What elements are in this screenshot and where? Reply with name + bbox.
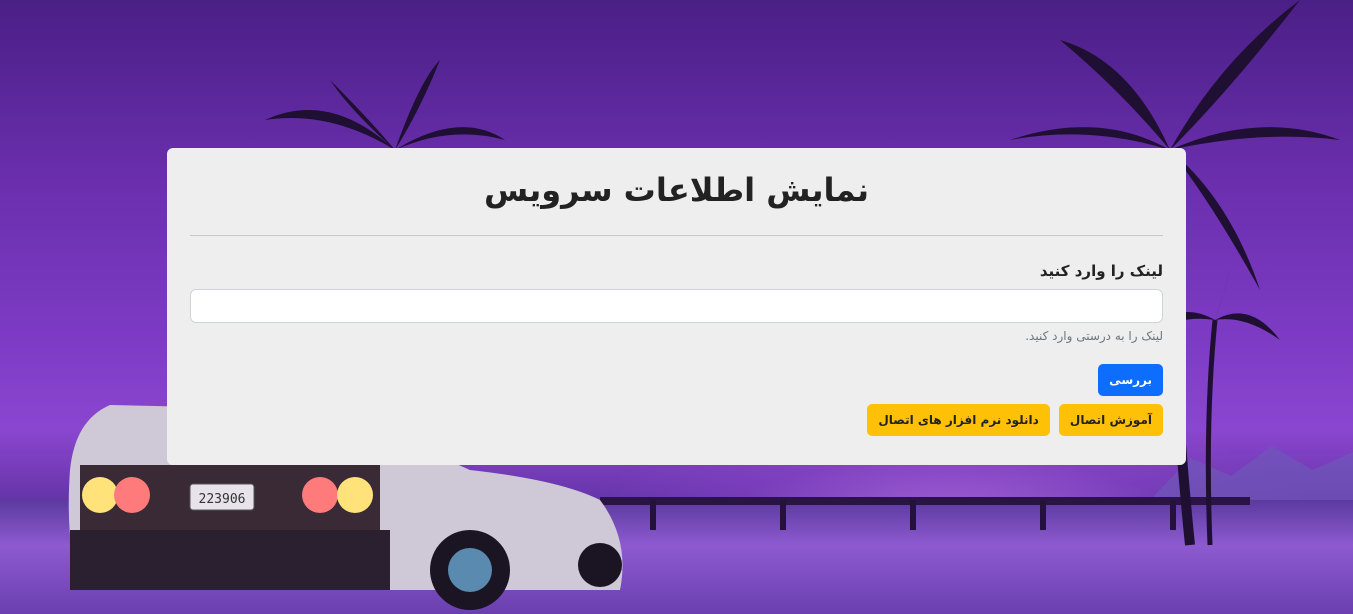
page-title: نمایش اطلاعات سرویس xyxy=(484,171,869,209)
link-hint-text: لینک را به درستی وارد کنید. xyxy=(1025,329,1163,343)
pier-posts xyxy=(650,500,1176,530)
link-field-label: لینک را وارد کنید xyxy=(1039,262,1163,280)
download-apps-button[interactable]: دانلود نرم افزار های اتصال xyxy=(867,404,1050,436)
extra-actions-row: آموزش اتصال دانلود نرم افزار های اتصال xyxy=(190,404,1163,436)
service-info-card: نمایش اطلاعات سرویس لینک را وارد کنید لی… xyxy=(167,148,1186,465)
connection-tutorial-button[interactable]: آموزش اتصال xyxy=(1058,404,1163,436)
license-plate-text: 223906 xyxy=(199,492,246,507)
submit-row: بررسی xyxy=(190,364,1163,396)
title-divider xyxy=(190,235,1163,236)
check-button[interactable]: بررسی xyxy=(1098,364,1163,396)
link-input[interactable] xyxy=(190,289,1163,323)
